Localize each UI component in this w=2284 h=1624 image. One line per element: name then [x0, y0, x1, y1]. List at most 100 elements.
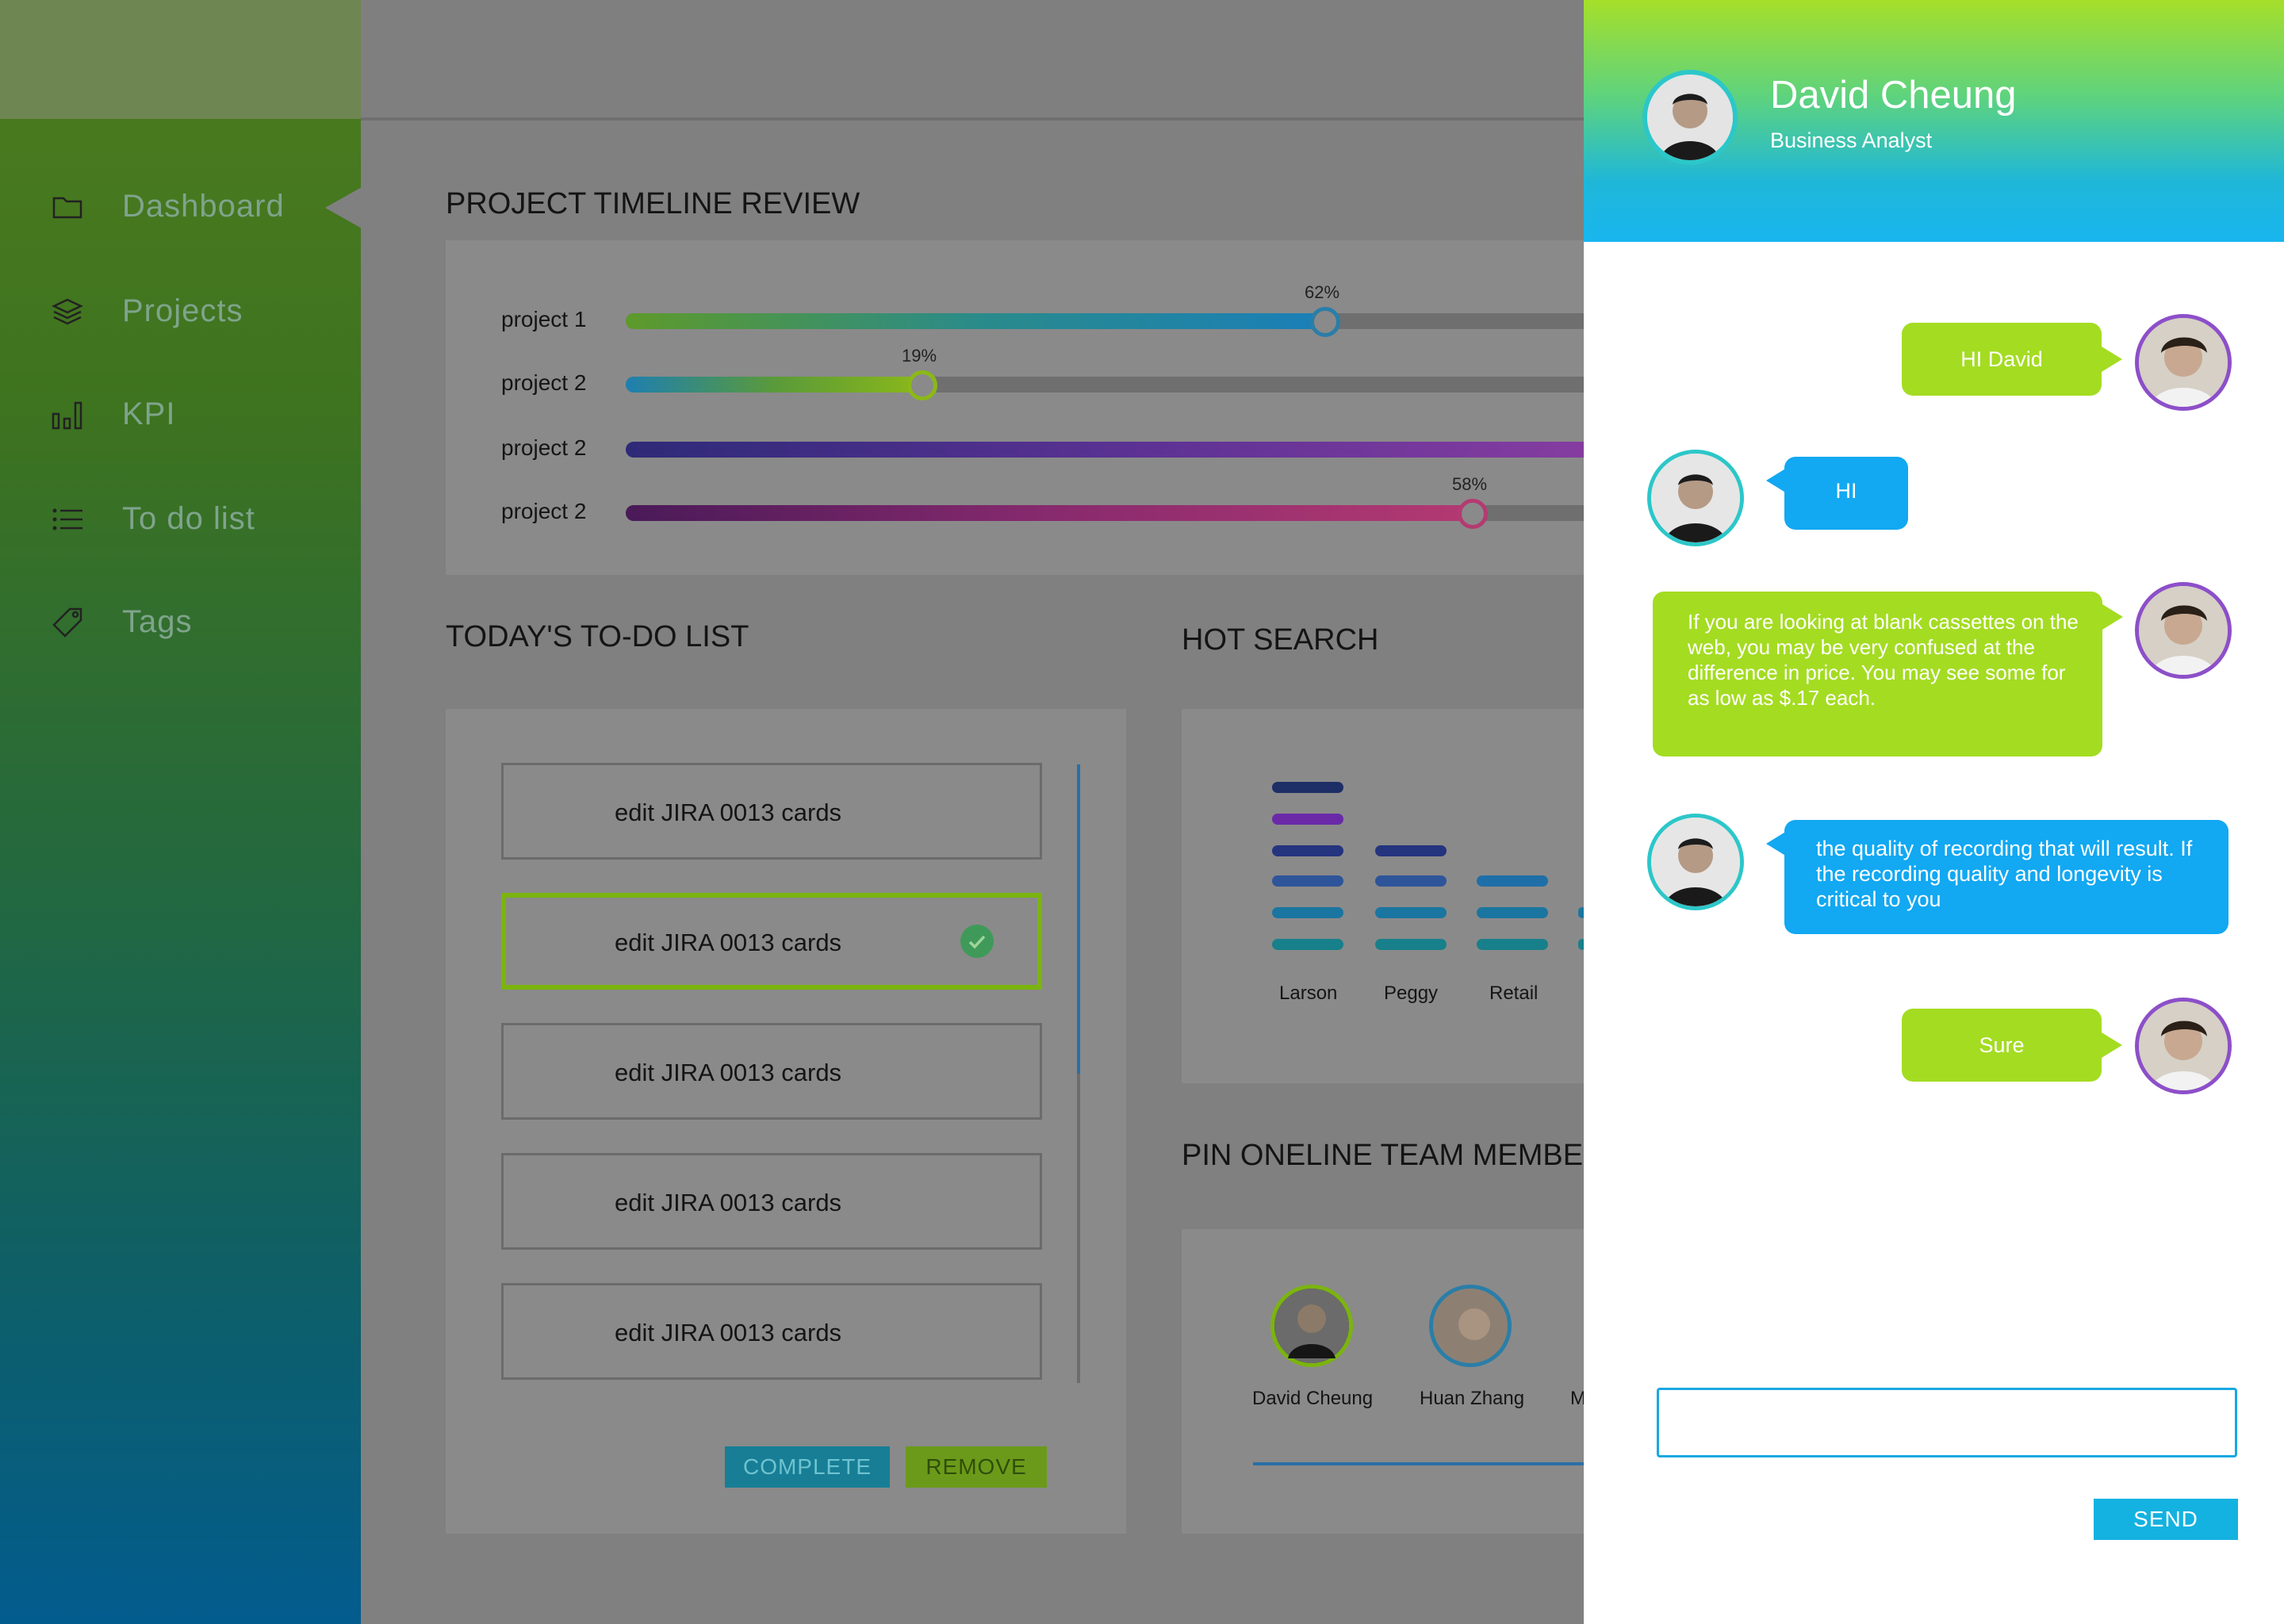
timeline-handle[interactable]: 62%: [1305, 282, 1340, 337]
contact-avatar: [1642, 70, 1738, 165]
sidebar-item-label: KPI: [122, 396, 176, 431]
sidebar: Dashboard Projects KPI To do list Tags: [0, 0, 361, 1624]
timeline-row-label: project 1: [501, 307, 587, 331]
sidebar-item-label: Projects: [122, 293, 243, 328]
bubble-tail: [2102, 604, 2123, 630]
todo-item-text: edit JIRA 0013 cards: [615, 929, 842, 956]
sidebar-item-label: To do list: [122, 501, 255, 536]
team-scrollbar[interactable]: [1253, 1462, 1586, 1465]
chat-bubble-sent: If you are looking at blank cassettes on…: [1653, 592, 2102, 756]
timeline-percent: 19%: [902, 346, 937, 366]
member-name: David Cheung: [1252, 1388, 1374, 1409]
timeline-row-label: project 2: [501, 435, 587, 460]
timeline-percent: 58%: [1452, 474, 1488, 494]
sidebar-item-kpi[interactable]: KPI: [0, 382, 361, 446]
sidebar-item-label: Dashboard: [122, 189, 285, 224]
hot-search-title: HOT SEARCH: [1182, 623, 1379, 657]
my-avatar: [2135, 314, 2232, 411]
chat-bubble-received: HI: [1784, 457, 1908, 530]
hot-search-bar: [1272, 814, 1343, 825]
list-icon: [52, 508, 82, 530]
team-card: David Cheung Huan Zhang M: [1182, 1229, 1586, 1534]
contact-name: David Cheung: [1770, 74, 2017, 117]
avatar-photo: [1651, 454, 1740, 542]
hot-search-bar: [1272, 875, 1343, 887]
hot-search-bar: [1375, 907, 1447, 918]
todo-card: edit JIRA 0013 cards edit JIRA 0013 card…: [446, 709, 1126, 1534]
member-avatar[interactable]: [1429, 1285, 1512, 1367]
my-avatar: [2135, 582, 2232, 679]
hot-search-bar: [1375, 875, 1447, 887]
todo-item[interactable]: edit JIRA 0013 cards: [501, 763, 1042, 860]
todo-scrollbar-thumb[interactable]: [1077, 764, 1080, 1074]
timeline-fill: [626, 442, 1657, 458]
todo-item[interactable]: edit JIRA 0013 cards: [501, 1153, 1042, 1250]
timeline-percent: 62%: [1305, 282, 1340, 302]
hot-search-bar: [1477, 875, 1548, 887]
chat-panel: David Cheung Business Analyst HI David H…: [1584, 0, 2284, 1624]
member-name: Huan Zhang: [1420, 1388, 1525, 1409]
sidebar-header: [0, 0, 361, 119]
timeline-handle[interactable]: 58%: [1452, 474, 1488, 529]
avatar-photo: [1647, 75, 1733, 160]
hot-search-bar: [1272, 907, 1343, 918]
todo-item-selected[interactable]: edit JIRA 0013 cards: [501, 893, 1042, 990]
team-title: PIN ONELINE TEAM MEMBER: [1182, 1139, 1584, 1172]
todo-item[interactable]: edit JIRA 0013 cards: [501, 1283, 1042, 1380]
sidebar-item-todo[interactable]: To do list: [0, 487, 361, 550]
avatar-photo: [2139, 586, 2228, 675]
timeline-handle[interactable]: 19%: [902, 346, 937, 400]
bar-chart-icon: [52, 401, 82, 430]
message-input[interactable]: [1657, 1388, 2237, 1457]
hot-search-bar: [1272, 782, 1343, 793]
hot-search-bar: [1375, 939, 1447, 950]
todo-item-text: edit JIRA 0013 cards: [615, 1319, 842, 1346]
timeline-row: project 2 19%: [446, 346, 1657, 407]
send-button[interactable]: SEND: [2094, 1499, 2238, 1540]
member-avatar[interactable]: [1270, 1285, 1353, 1367]
my-avatar: [2135, 998, 2232, 1094]
bubble-tail: [2102, 1032, 2122, 1058]
timeline-row: project 2 58%: [446, 474, 1657, 535]
timeline-fill: [626, 313, 1324, 329]
chat-bubble-sent: HI David: [1902, 323, 2102, 396]
bubble-tail: [2102, 347, 2122, 372]
sidebar-item-dashboard[interactable]: Dashboard: [0, 174, 361, 238]
contact-avatar: [1647, 450, 1744, 546]
sidebar-item-tags[interactable]: Tags: [0, 590, 361, 653]
avatar-photo: [1274, 1289, 1349, 1363]
hot-search-label: Larson: [1279, 982, 1338, 1004]
layers-icon: [52, 298, 83, 325]
remove-button[interactable]: REMOVE: [906, 1446, 1047, 1488]
avatar-photo: [2139, 318, 2228, 407]
hot-search-bar: [1477, 939, 1548, 950]
todo-item-text: edit JIRA 0013 cards: [615, 1059, 842, 1086]
hot-search-bar: [1272, 845, 1343, 856]
hot-search-bar: [1272, 939, 1343, 950]
folder-icon: [52, 197, 82, 219]
hot-search-label: Retail: [1489, 982, 1539, 1004]
todo-title: TODAY'S TO-DO LIST: [446, 620, 749, 653]
timeline-card: project 1 62% project 2 19% project 2 pr…: [446, 240, 1657, 575]
todo-item-text: edit JIRA 0013 cards: [615, 799, 842, 826]
timeline-title: PROJECT TIMELINE REVIEW: [446, 187, 860, 220]
timeline-fill: [626, 505, 1482, 521]
hot-search-bar: [1477, 907, 1548, 918]
timeline-row: project 1 62%: [446, 282, 1657, 343]
todo-item-text: edit JIRA 0013 cards: [615, 1189, 842, 1216]
timeline-row: project 2: [446, 424, 1657, 472]
active-nav-pointer: [325, 187, 362, 228]
timeline-row-label: project 2: [501, 499, 587, 523]
avatar-photo: [2139, 1002, 2228, 1090]
todo-item[interactable]: edit JIRA 0013 cards: [501, 1023, 1042, 1120]
chat-bubble-received: the quality of recording that will resul…: [1784, 820, 2228, 934]
avatar-photo: [1433, 1289, 1508, 1363]
hot-search-card: Larson Peggy Retail: [1182, 709, 1586, 1083]
hot-search-label: Peggy: [1384, 982, 1439, 1004]
sidebar-item-projects[interactable]: Projects: [0, 279, 361, 343]
timeline-fill: [626, 377, 923, 393]
chat-bubble-sent: Sure: [1902, 1009, 2102, 1082]
timeline-row-label: project 2: [501, 370, 587, 395]
avatar-photo: [1651, 818, 1740, 906]
complete-button[interactable]: COMPLETE: [725, 1446, 890, 1488]
